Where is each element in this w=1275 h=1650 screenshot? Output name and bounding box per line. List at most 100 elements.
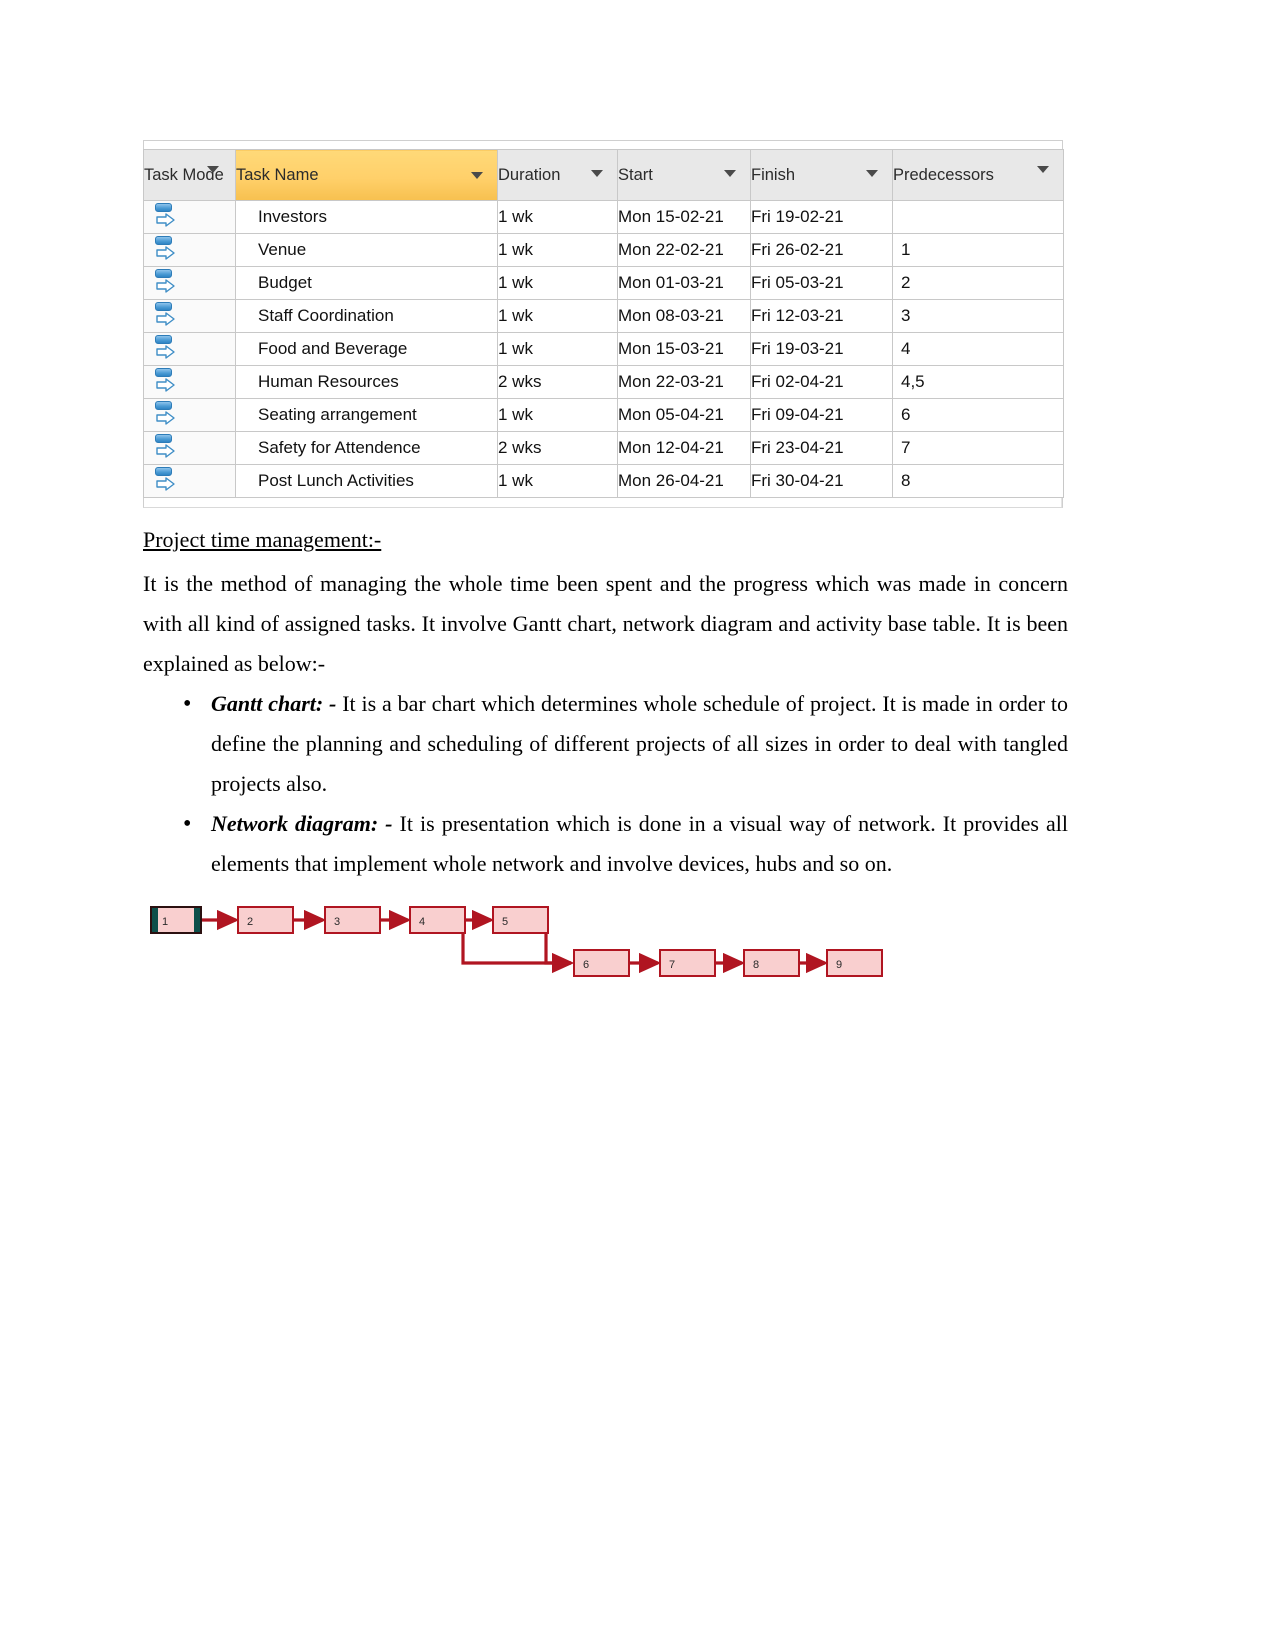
cell-task-mode[interactable] xyxy=(143,398,236,432)
cell-task-name[interactable]: Food and Beverage xyxy=(235,332,498,366)
cell-predecessors[interactable]: 2 xyxy=(892,266,1064,300)
column-header-start[interactable]: Start xyxy=(617,149,751,201)
table-bottom-border xyxy=(143,498,1063,508)
project-task-table: Task Mode Task Name Duration Start Finis… xyxy=(143,140,1064,508)
network-node-6[interactable]: 6 xyxy=(573,949,630,977)
filter-dropdown-icon-predecessors[interactable] xyxy=(1037,166,1049,173)
cell-task-mode[interactable] xyxy=(143,299,236,333)
network-node-label-9: 9 xyxy=(836,959,842,971)
cell-task-mode[interactable] xyxy=(143,266,236,300)
table-row[interactable]: Staff Coordination 1 wk Mon 08-03-21 Fri… xyxy=(143,299,1064,333)
cell-task-mode[interactable] xyxy=(143,464,236,498)
cell-task-name[interactable]: Budget xyxy=(235,266,498,300)
network-node-8[interactable]: 8 xyxy=(743,949,800,977)
cell-finish[interactable]: Fri 02-04-21 xyxy=(750,365,893,399)
cell-start[interactable]: Mon 08-03-21 xyxy=(617,299,751,333)
network-node-7[interactable]: 7 xyxy=(659,949,716,977)
cell-task-name[interactable]: Seating arrangement xyxy=(235,398,498,432)
cell-start[interactable]: Mon 22-02-21 xyxy=(617,233,751,267)
cell-finish[interactable]: Fri 23-04-21 xyxy=(750,431,893,465)
filter-dropdown-icon-finish[interactable] xyxy=(866,170,878,177)
cell-task-mode[interactable] xyxy=(143,332,236,366)
cell-task-name[interactable]: Venue xyxy=(235,233,498,267)
cell-predecessors[interactable] xyxy=(892,200,1064,234)
cell-duration[interactable]: 2 wks xyxy=(497,431,618,465)
cell-duration[interactable]: 1 wk xyxy=(497,266,618,300)
cell-predecessors[interactable]: 3 xyxy=(892,299,1064,333)
cell-task-mode[interactable] xyxy=(143,200,236,234)
network-node-4[interactable]: 4 xyxy=(409,906,466,934)
cell-start[interactable]: Mon 22-03-21 xyxy=(617,365,751,399)
bullet-dash-gantt-chart: - xyxy=(323,691,343,716)
table-row[interactable]: Food and Beverage 1 wk Mon 15-03-21 Fri … xyxy=(143,332,1064,366)
cell-predecessors[interactable]: 6 xyxy=(892,398,1064,432)
cell-task-name[interactable]: Investors xyxy=(235,200,498,234)
cell-predecessors[interactable]: 4,5 xyxy=(892,365,1064,399)
table-row[interactable]: Investors 1 wk Mon 15-02-21 Fri 19-02-21 xyxy=(143,200,1064,234)
table-top-border xyxy=(143,140,1063,149)
cell-predecessors[interactable]: 8 xyxy=(892,464,1064,498)
column-label-task-name: Task Name xyxy=(236,165,319,184)
column-header-finish[interactable]: Finish xyxy=(750,149,893,201)
cell-duration[interactable]: 1 wk xyxy=(497,464,618,498)
filter-dropdown-icon-start[interactable] xyxy=(724,170,736,177)
cell-task-name[interactable]: Safety for Attendence xyxy=(235,431,498,465)
cell-finish[interactable]: Fri 26-02-21 xyxy=(750,233,893,267)
filter-dropdown-icon-duration[interactable] xyxy=(591,170,603,177)
cell-start[interactable]: Mon 01-03-21 xyxy=(617,266,751,300)
cell-start[interactable]: Mon 15-03-21 xyxy=(617,332,751,366)
cell-predecessors[interactable]: 4 xyxy=(892,332,1064,366)
cell-duration[interactable]: 1 wk xyxy=(497,200,618,234)
cell-finish[interactable]: Fri 19-02-21 xyxy=(750,200,893,234)
network-node-3[interactable]: 3 xyxy=(324,906,381,934)
network-node-1[interactable]: 1 xyxy=(150,906,202,934)
network-node-label-6: 6 xyxy=(583,959,589,971)
network-node-9[interactable]: 9 xyxy=(826,949,883,977)
cell-task-mode[interactable] xyxy=(143,431,236,465)
list-item: Gantt chart: - It is a bar chart which d… xyxy=(183,684,1068,804)
cell-predecessors[interactable]: 1 xyxy=(892,233,1064,267)
column-label-duration: Duration xyxy=(498,165,561,184)
network-diagram-canvas: 1 2 3 4 5 6 7 8 9 xyxy=(150,906,883,977)
cell-task-name[interactable]: Human Resources xyxy=(235,365,498,399)
cell-finish[interactable]: Fri 30-04-21 xyxy=(750,464,893,498)
cell-start[interactable]: Mon 26-04-21 xyxy=(617,464,751,498)
filter-dropdown-icon-task-name[interactable] xyxy=(471,172,483,179)
auto-schedule-icon xyxy=(154,334,180,364)
bullet-term-gantt-chart: Gantt chart: xyxy=(211,691,324,716)
cell-task-mode[interactable] xyxy=(143,365,236,399)
filter-dropdown-icon-task-mode[interactable] xyxy=(207,166,219,173)
column-header-task-name[interactable]: Task Name xyxy=(235,149,498,201)
cell-task-mode[interactable] xyxy=(143,233,236,267)
table-row[interactable]: Venue 1 wk Mon 22-02-21 Fri 26-02-21 1 xyxy=(143,233,1064,267)
network-node-2[interactable]: 2 xyxy=(237,906,294,934)
cell-finish[interactable]: Fri 19-03-21 xyxy=(750,332,893,366)
column-header-task-mode[interactable]: Task Mode xyxy=(143,149,236,201)
cell-predecessors[interactable]: 7 xyxy=(892,431,1064,465)
page-title: Project time management:- xyxy=(143,527,382,552)
column-header-duration[interactable]: Duration xyxy=(497,149,618,201)
cell-finish[interactable]: Fri 09-04-21 xyxy=(750,398,893,432)
cell-duration[interactable]: 1 wk xyxy=(497,299,618,333)
cell-start[interactable]: Mon 12-04-21 xyxy=(617,431,751,465)
table-row[interactable]: Budget 1 wk Mon 01-03-21 Fri 05-03-21 2 xyxy=(143,266,1064,300)
cell-duration[interactable]: 1 wk xyxy=(497,233,618,267)
column-label-start: Start xyxy=(618,165,653,184)
network-node-5[interactable]: 5 xyxy=(492,906,549,934)
cell-duration[interactable]: 1 wk xyxy=(497,398,618,432)
table-row[interactable]: Post Lunch Activities 1 wk Mon 26-04-21 … xyxy=(143,464,1064,498)
table-row[interactable]: Seating arrangement 1 wk Mon 05-04-21 Fr… xyxy=(143,398,1064,432)
cell-finish[interactable]: Fri 12-03-21 xyxy=(750,299,893,333)
cell-start[interactable]: Mon 05-04-21 xyxy=(617,398,751,432)
table-row[interactable]: Human Resources 2 wks Mon 22-03-21 Fri 0… xyxy=(143,365,1064,399)
cell-finish[interactable]: Fri 05-03-21 xyxy=(750,266,893,300)
cell-start[interactable]: Mon 15-02-21 xyxy=(617,200,751,234)
column-label-finish: Finish xyxy=(751,165,796,184)
cell-task-name[interactable]: Post Lunch Activities xyxy=(235,464,498,498)
cell-duration[interactable]: 2 wks xyxy=(497,365,618,399)
cell-task-name[interactable]: Staff Coordination xyxy=(235,299,498,333)
table-row[interactable]: Safety for Attendence 2 wks Mon 12-04-21… xyxy=(143,431,1064,465)
network-node-label-7: 7 xyxy=(669,959,675,971)
column-header-predecessors[interactable]: Predecessors xyxy=(892,149,1064,201)
cell-duration[interactable]: 1 wk xyxy=(497,332,618,366)
